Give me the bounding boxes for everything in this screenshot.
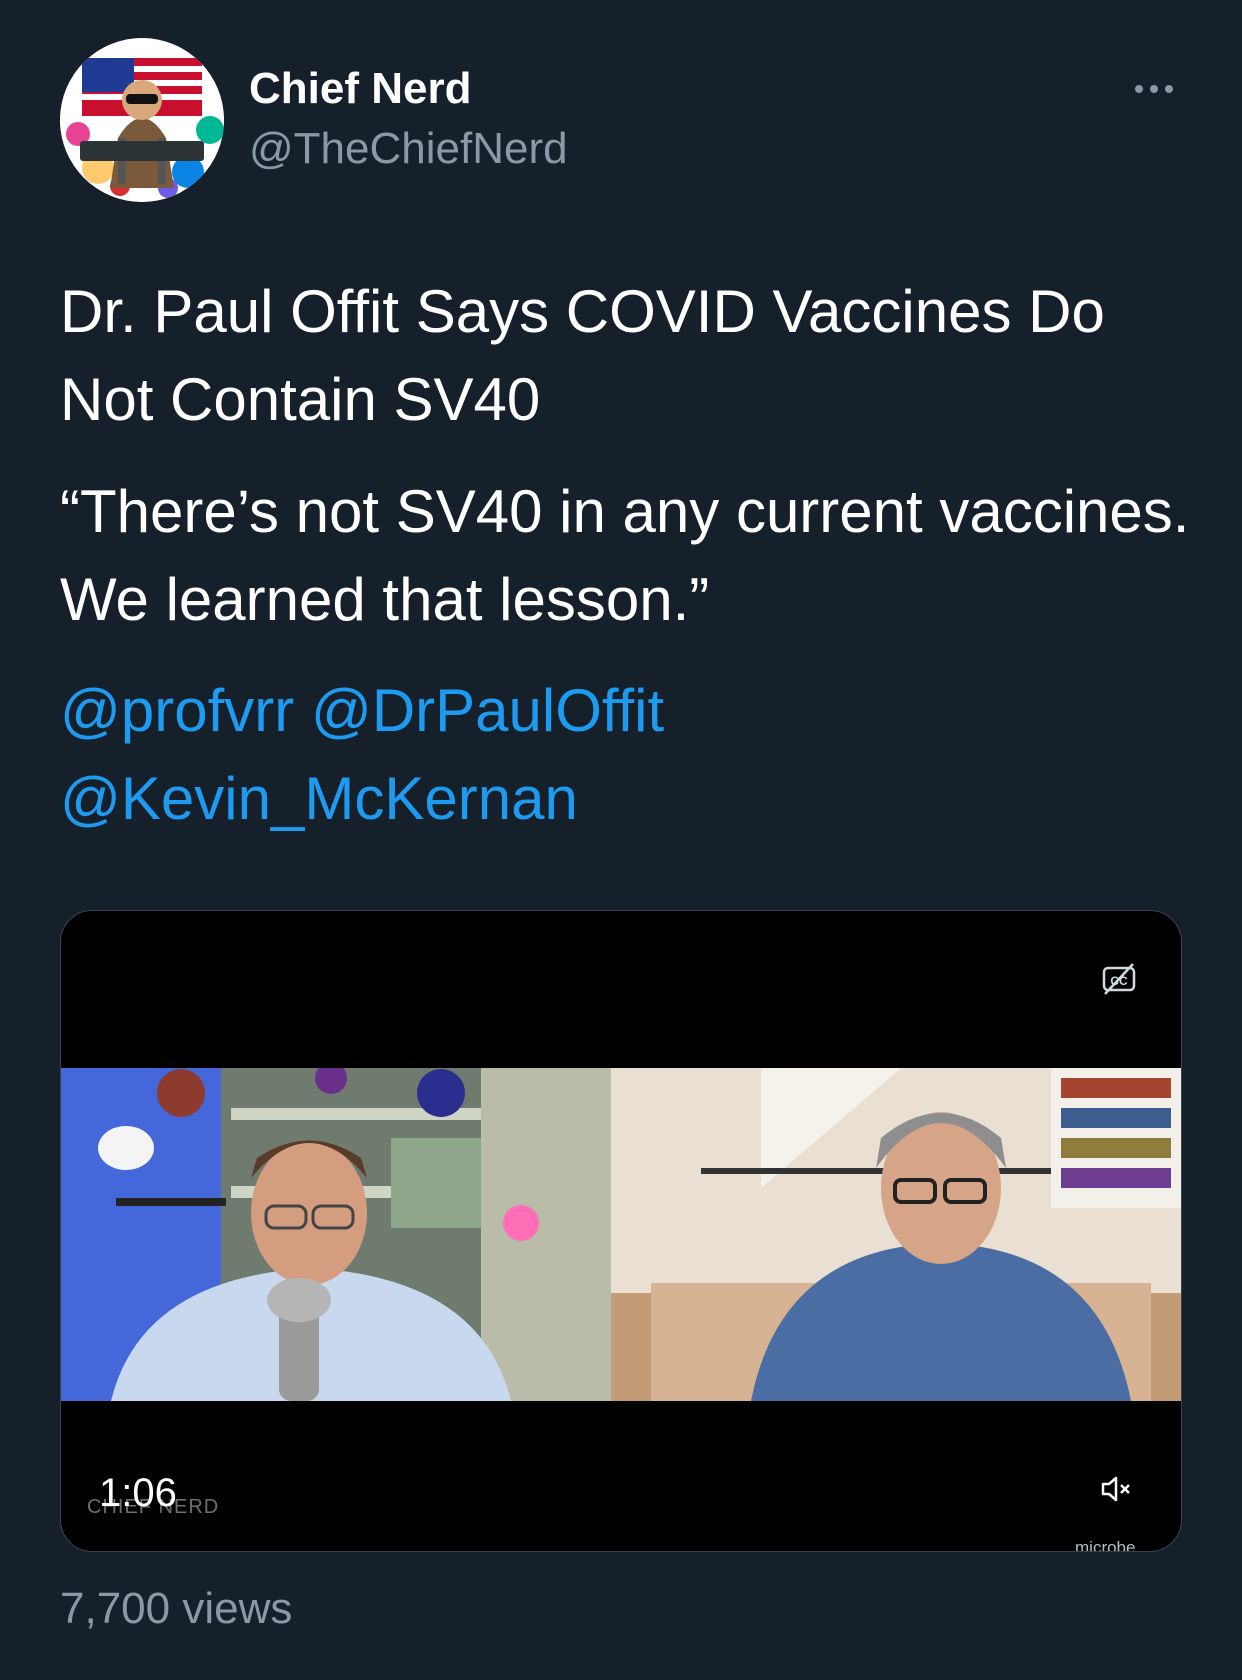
- closed-captions-icon[interactable]: CC: [1101, 961, 1137, 997]
- tweet-quote: “There’s not SV40 in any current vaccine…: [60, 478, 1190, 633]
- mention-link[interactable]: @DrPaulOffit: [311, 677, 664, 744]
- chief-nerd-logo: [60, 38, 224, 202]
- more-options-icon[interactable]: [1128, 74, 1180, 104]
- video-frame[interactable]: [61, 1068, 1181, 1401]
- mute-icon[interactable]: [1091, 1464, 1141, 1514]
- video-player[interactable]: CC CHIEF NERD 1:06 microbe: [60, 910, 1182, 1552]
- tweet-mentions: @profvrr @DrPaulOffit @Kevin_McKernan: [60, 667, 1190, 843]
- mention-link[interactable]: @Kevin_McKernan: [60, 765, 578, 832]
- video-duration: 1:06: [99, 1471, 177, 1515]
- mention-link[interactable]: @profvrr: [60, 677, 294, 744]
- author-handle[interactable]: @TheChiefNerd: [249, 124, 568, 174]
- author-display-name[interactable]: Chief Nerd: [249, 64, 471, 114]
- avatar[interactable]: [60, 38, 224, 202]
- tweet-headline: Dr. Paul Offit Says COVID Vaccines Do No…: [60, 278, 1105, 433]
- video-thumbnail: [61, 1068, 1181, 1401]
- view-count: 7,700 views: [60, 1584, 293, 1633]
- video-brand-watermark: microbe: [1075, 1538, 1136, 1552]
